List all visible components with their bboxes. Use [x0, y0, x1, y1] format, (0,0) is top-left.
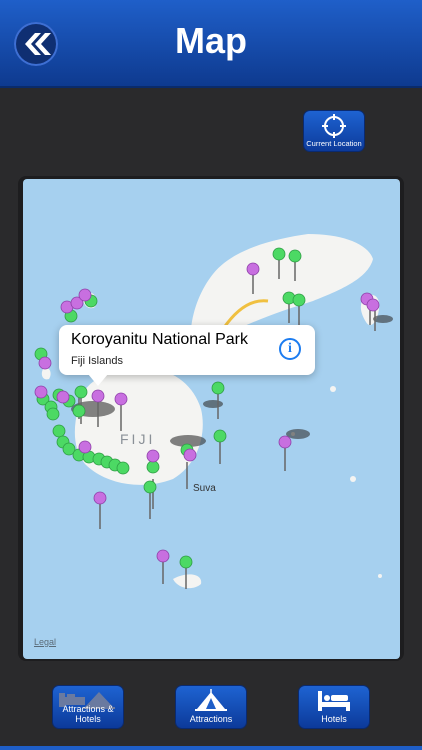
- legal-link[interactable]: Legal: [34, 637, 56, 647]
- bottom-nav: Attractions & Hotels Attractions Hotels: [0, 676, 422, 750]
- crosshair-icon: [322, 114, 346, 138]
- tent-icon: [195, 689, 227, 711]
- map-pins: [34, 247, 380, 589]
- current-location-label: Current Location: [306, 139, 362, 148]
- map-view[interactable]: FIJI Suva Legal Koroyanitu National Park…: [23, 179, 400, 659]
- attractions-label: Attractions: [189, 714, 233, 724]
- page-title: Map: [175, 20, 247, 61]
- map-frame: FIJI Suva Legal Koroyanitu National Park…: [18, 176, 404, 661]
- callout-title: Koroyanitu National Park: [71, 331, 248, 348]
- callout-subtitle: Fiji Islands: [71, 355, 123, 367]
- hotels-label: Hotels: [321, 714, 347, 724]
- bed-icon: [318, 691, 350, 711]
- city-label: Suva: [193, 483, 216, 494]
- attractions-hotels-button[interactable]: Attractions & Hotels: [53, 686, 123, 728]
- hotels-button[interactable]: Hotels: [299, 686, 369, 728]
- bottom-accent-line: [0, 746, 422, 750]
- callout-tail: [88, 374, 108, 386]
- map-callout[interactable]: Koroyanitu National Park Fiji Islands i: [59, 325, 315, 375]
- attractions-hotels-label: Attractions & Hotels: [62, 704, 114, 724]
- info-icon[interactable]: i: [279, 338, 301, 360]
- island-label: FIJI: [120, 431, 156, 447]
- header-bar: Map: [0, 0, 422, 88]
- current-location-button[interactable]: Current Location: [304, 111, 364, 151]
- attractions-button[interactable]: Attractions: [176, 686, 246, 728]
